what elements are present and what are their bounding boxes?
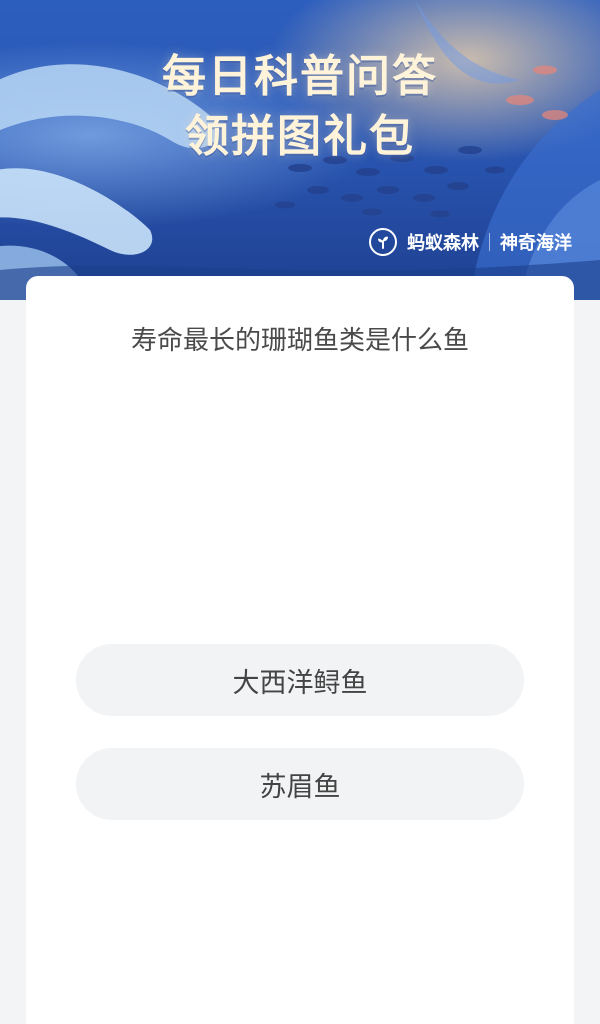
answer-option-1-label: 大西洋鲟鱼 (232, 667, 368, 699)
banner-title-line2: 领拼图礼包 (185, 111, 415, 162)
answer-option-2[interactable]: 苏眉鱼 (76, 748, 524, 820)
ant-forest-logo-icon (369, 228, 397, 256)
header-banner: 每日科普问答 领拼图礼包 蚂蚁森林 神奇海洋 (0, 0, 600, 300)
question-text: 寿命最长的珊瑚鱼类是什么鱼 (130, 326, 469, 356)
quiz-card: 寿命最长的珊瑚鱼类是什么鱼 大西洋鲟鱼 苏眉鱼 (26, 276, 574, 1024)
answer-option-2-label: 苏眉鱼 (259, 771, 341, 803)
brand-divider (489, 233, 490, 251)
banner-title-line1: 每日科普问答 (162, 51, 438, 102)
brand-row: 蚂蚁森林 神奇海洋 (369, 228, 572, 256)
answer-option-1[interactable]: 大西洋鲟鱼 (76, 644, 524, 716)
brand-secondary: 神奇海洋 (500, 233, 572, 254)
quiz-page: 每日科普问答 领拼图礼包 蚂蚁森林 神奇海洋 寿命最长的珊瑚鱼类是什么鱼 大西洋… (0, 0, 600, 1024)
brand-primary: 蚂蚁森林 (407, 233, 479, 254)
